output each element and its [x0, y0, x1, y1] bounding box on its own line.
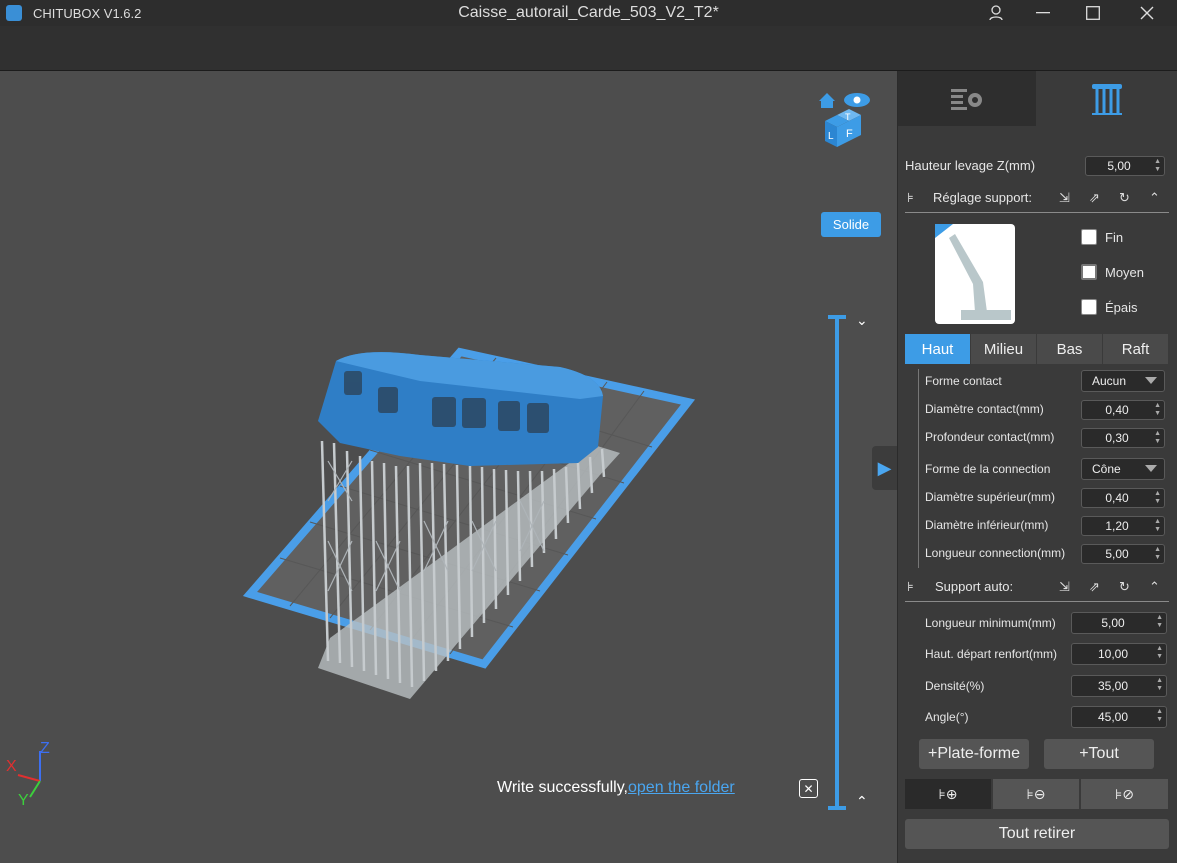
auto-support-label: Support auto:: [935, 579, 1014, 594]
chevron-down-icon: [1145, 465, 1157, 472]
connection-shape-select[interactable]: Cône: [1081, 458, 1165, 480]
tab-settings[interactable]: [898, 71, 1036, 126]
export-icon[interactable]: ⇗: [1089, 579, 1105, 595]
section-divider-line: [918, 369, 919, 459]
edit-support-tool-button[interactable]: ⊧⊘: [1081, 779, 1168, 809]
subtab-top[interactable]: Haut: [905, 334, 970, 364]
density-label: Densité(%): [925, 679, 985, 693]
toast-text: Write successfully,: [497, 779, 628, 796]
axis-gizmo: Z X Y: [6, 740, 50, 805]
svg-text:Z: Z: [40, 740, 50, 757]
3d-viewport[interactable]: T L F Solide ⌄ ⌃ Z X Y Write successfull…: [0, 71, 897, 863]
toolbar: [0, 26, 1177, 71]
collapse-icon[interactable]: ⌃: [1149, 190, 1165, 206]
contact-diameter-input[interactable]: 0,40 ▲ ▼: [1081, 400, 1165, 420]
render-mode-button[interactable]: Solide: [821, 212, 881, 237]
view-cube-icon[interactable]: T L F: [815, 89, 875, 149]
home-view-icon: [819, 93, 835, 108]
contact-depth-label: Profondeur contact(mm): [925, 430, 1055, 444]
add-all-supports-button[interactable]: +Tout: [1044, 739, 1154, 769]
panel-toggle-arrow-icon[interactable]: ▶: [872, 446, 897, 490]
svg-text:Y: Y: [18, 792, 29, 805]
support-icon: [1091, 83, 1122, 115]
section-divider-line: [918, 458, 919, 568]
export-icon[interactable]: ⇗: [1089, 190, 1105, 206]
support-preview-image: [935, 224, 1015, 324]
preset-medium-label: Moyen: [1105, 265, 1145, 280]
user-icon[interactable]: [973, 0, 1019, 26]
add-support-icon: ⊧⊕: [938, 785, 958, 802]
panel-tabs: [898, 71, 1177, 126]
remove-all-supports-button[interactable]: Tout retirer: [905, 819, 1169, 849]
preset-medium-checkbox[interactable]: [1081, 264, 1097, 280]
svg-text:F: F: [846, 128, 853, 140]
subtab-bottom[interactable]: Bas: [1037, 334, 1102, 364]
support-pin-icon: ⊧: [907, 579, 914, 594]
bottom-diameter-input[interactable]: 1,20 ▲ ▼: [1081, 516, 1165, 536]
add-platform-supports-button[interactable]: +Plate-forme: [919, 739, 1029, 769]
maximize-button[interactable]: [1070, 0, 1116, 26]
auto-support-section: ⊧ Support auto: ⇲ ⇗ ↻ ⌃: [905, 573, 1169, 602]
import-icon[interactable]: ⇲: [1059, 190, 1075, 206]
subtab-raft[interactable]: Raft: [1103, 334, 1168, 364]
brace-start-input[interactable]: 10,00 ▲ ▼: [1071, 643, 1167, 665]
reset-icon[interactable]: ↻: [1119, 190, 1135, 206]
layer-slider[interactable]: [835, 315, 839, 810]
angle-input[interactable]: 45,00 ▲ ▼: [1071, 706, 1167, 728]
collapse-icon[interactable]: ⌃: [1149, 579, 1165, 595]
toast-message: Write successfully,open the folder: [497, 779, 735, 797]
min-length-label: Longueur minimum(mm): [925, 616, 1056, 630]
edit-support-icon: ⊧⊘: [1114, 785, 1135, 802]
chevron-down-icon[interactable]: ⌄: [856, 312, 868, 329]
reset-icon[interactable]: ↻: [1119, 579, 1135, 595]
top-diameter-label: Diamètre supérieur(mm): [925, 490, 1056, 504]
title-bar: CHITUBOX V1.6.2 Caisse_autorail_Carde_50…: [0, 0, 1177, 26]
remove-support-icon: ⊧⊖: [1026, 785, 1046, 802]
close-icon[interactable]: ✕: [799, 779, 818, 798]
model-scene[interactable]: [0, 71, 897, 863]
connection-shape-label: Forme de la connection: [925, 462, 1051, 476]
preset-fine-label: Fin: [1105, 230, 1124, 245]
contact-diameter-label: Diamètre contact(mm): [925, 402, 1044, 416]
contact-shape-select[interactable]: Aucun: [1081, 370, 1165, 392]
chevron-down-icon: [1145, 377, 1157, 384]
remove-support-tool-button[interactable]: ⊧⊖: [993, 779, 1079, 809]
support-pin-icon: ⊧: [907, 190, 914, 205]
min-length-input[interactable]: 5,00 ▲ ▼: [1071, 612, 1167, 634]
lift-height-input[interactable]: 5,00 ▲ ▼: [1085, 156, 1165, 176]
svg-text:X: X: [6, 758, 17, 775]
contact-depth-input[interactable]: 0,30 ▲ ▼: [1081, 428, 1165, 448]
brace-start-label: Haut. départ renfort(mm): [925, 647, 1058, 661]
add-support-tool-button[interactable]: ⊧⊕: [905, 779, 991, 809]
layer-slider-bottom-handle[interactable]: [828, 806, 846, 810]
preset-thick-checkbox[interactable]: [1081, 299, 1097, 315]
layer-slider-top-handle[interactable]: [828, 315, 846, 319]
preset-thick-label: Épais: [1105, 300, 1138, 315]
support-settings-label: Réglage support:: [933, 190, 1033, 205]
connection-length-input[interactable]: 5,00 ▲ ▼: [1081, 544, 1165, 564]
angle-label: Angle(°): [925, 710, 969, 724]
top-diameter-input[interactable]: 0,40 ▲ ▼: [1081, 488, 1165, 508]
minimize-button[interactable]: [1020, 0, 1066, 26]
close-window-button[interactable]: [1124, 0, 1170, 26]
support-panel: Hauteur levage Z(mm) 5,00 ▲ ▼ ⊧ Réglage su…: [898, 71, 1177, 863]
contact-shape-label: Forme contact: [925, 374, 1002, 388]
import-icon[interactable]: ⇲: [1059, 579, 1075, 595]
support-settings-section: ⊧ Réglage support: ⇲ ⇗ ↻ ⌃: [905, 184, 1169, 213]
connection-length-label: Longueur connection(mm): [925, 546, 1066, 560]
density-input[interactable]: 35,00 ▲ ▼: [1071, 675, 1167, 697]
svg-text:T: T: [845, 112, 851, 122]
svg-text:L: L: [828, 131, 834, 142]
open-folder-link[interactable]: open the folder: [628, 779, 735, 796]
bottom-diameter-label: Diamètre inférieur(mm): [925, 518, 1049, 532]
tab-supports[interactable]: [1036, 71, 1177, 126]
settings-list-icon: [951, 88, 982, 110]
preset-fine-checkbox[interactable]: [1081, 229, 1097, 245]
lift-height-label: Hauteur levage Z(mm): [905, 158, 1036, 173]
chevron-up-icon[interactable]: ⌃: [856, 793, 868, 810]
subtab-middle[interactable]: Milieu: [971, 334, 1036, 364]
